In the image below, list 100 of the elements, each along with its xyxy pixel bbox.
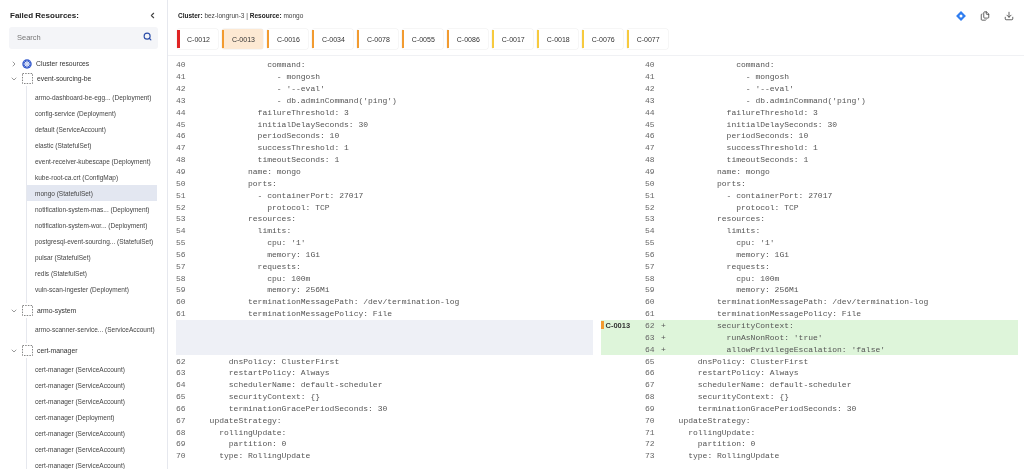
line-number: 45	[645, 119, 656, 129]
line-number: 72	[645, 439, 656, 449]
line-number: 69	[645, 403, 656, 413]
plus-sign: +	[661, 321, 666, 330]
namespace-icon	[22, 345, 33, 356]
line-number: 47	[176, 143, 187, 153]
line-number: 59	[176, 285, 187, 295]
code-line: terminationGracePeriodSeconds: 30	[227, 403, 388, 413]
code-line: command:	[266, 60, 306, 70]
search-icon	[143, 32, 152, 41]
code-line: successThreshold: 1	[725, 143, 818, 153]
code-line: rollingUpdate:	[218, 427, 287, 437]
code-line: type: RollingUpdate	[218, 451, 311, 461]
line-number: 62	[176, 356, 187, 366]
line-number: 64	[645, 344, 656, 354]
line-number: 41	[645, 72, 656, 82]
code-line: - db.adminCommand('ping')	[275, 95, 397, 105]
code-line: successThreshold: 1	[256, 143, 349, 153]
code-line: memory: 1Gi	[266, 249, 321, 259]
code-line: memory: 256Mi	[735, 285, 799, 295]
line-number: 56	[645, 249, 656, 259]
code-line: - db.adminCommand('ping')	[744, 95, 866, 105]
line-number: 63	[645, 332, 656, 342]
copy-icon[interactable]	[980, 11, 990, 21]
code-line: allowPrivilegeEscalation: 'false'	[725, 344, 886, 354]
line-number: 58	[645, 273, 656, 283]
code-line: memory: 256Mi	[266, 285, 330, 295]
code-line: partition: 0	[696, 439, 756, 449]
line-number: 59	[645, 285, 656, 295]
line-number: 67	[176, 415, 187, 425]
line-number: 56	[176, 249, 187, 259]
line-number: 53	[645, 214, 656, 224]
code-line: requests:	[256, 261, 301, 271]
code-line: - '--eval'	[744, 84, 794, 94]
line-number: 70	[176, 451, 187, 461]
code-line: terminationMessagePolicy: File	[716, 309, 862, 319]
line-number: 51	[645, 190, 656, 200]
line-number: 45	[176, 119, 187, 129]
line-number: 68	[645, 392, 656, 402]
diamond-icon[interactable]	[956, 11, 966, 21]
code-line: resources:	[247, 214, 296, 224]
code-line: type: RollingUpdate	[687, 451, 780, 461]
code-line: initialDelaySeconds: 30	[725, 119, 838, 129]
code-line: ports:	[716, 178, 746, 188]
namespace-icon	[22, 305, 33, 316]
line-number: 57	[176, 261, 187, 271]
line-number: 68	[176, 427, 187, 437]
code-line: cpu: '1'	[735, 238, 775, 248]
download-icon[interactable]	[1004, 11, 1014, 21]
code-line: protocol: TCP	[735, 202, 799, 212]
line-number: 43	[176, 95, 187, 105]
code-line: timeoutSeconds: 1	[725, 155, 809, 165]
line-number: 53	[176, 214, 187, 224]
code-line: cpu: 100m	[266, 273, 311, 283]
sidebar-title: Failed Resources:	[10, 11, 79, 20]
code-line: terminationMessagePath: /dev/termination-log	[716, 297, 929, 307]
code-line: - mongosh	[275, 72, 321, 82]
code-line: failureThreshold: 3	[256, 107, 349, 117]
code-line: periodSeconds: 10	[725, 131, 809, 141]
code-line: cpu: 100m	[735, 273, 780, 283]
code-line: - containerPort: 27017	[725, 190, 833, 200]
code-line: cpu: '1'	[266, 238, 306, 248]
code-line: name: mongo	[716, 167, 770, 176]
line-number: 46	[645, 131, 656, 141]
code-line: name: mongo	[247, 167, 301, 176]
line-number: 57	[645, 261, 656, 271]
line-number: 51	[176, 190, 187, 200]
collapse-button[interactable]	[148, 11, 157, 20]
line-number: 44	[176, 107, 187, 117]
code-line: periodSeconds: 10	[256, 131, 340, 141]
line-number: 42	[645, 84, 656, 94]
code-line: protocol: TCP	[266, 202, 330, 212]
code-line: - '--eval'	[275, 84, 325, 94]
plus-sign: +	[661, 344, 666, 354]
line-number: 48	[645, 155, 656, 165]
code-line: failureThreshold: 3	[725, 107, 818, 117]
line-number: 61	[176, 309, 187, 319]
line-number: 54	[176, 226, 187, 236]
code-line: securityContext: {}	[227, 392, 321, 402]
code-line: ports:	[247, 178, 277, 188]
line-number: 70	[645, 415, 656, 425]
code-line: securityContext: {}	[696, 392, 790, 402]
line-number: 65	[176, 392, 187, 402]
line-number: 67	[645, 380, 656, 390]
code-line: dnsPolicy: ClusterFirst	[696, 356, 809, 366]
line-number: 52	[176, 202, 187, 212]
line-number: 55	[645, 238, 656, 248]
code-line: terminationMessagePolicy: File	[247, 309, 393, 319]
line-number: 61	[645, 309, 656, 319]
code-line: timeoutSeconds: 1	[256, 155, 340, 165]
code-line: requests:	[725, 261, 770, 271]
code-line: schedulerName: default-scheduler	[696, 380, 852, 390]
line-number: 65	[645, 356, 656, 366]
line-number: 40	[176, 60, 187, 70]
code-line: - mongosh	[744, 72, 790, 82]
code-line: partition: 0	[227, 439, 287, 449]
code-line: runAsNonRoot: 'true'	[725, 332, 823, 342]
line-number: 44	[645, 107, 656, 117]
code-line: initialDelaySeconds: 30	[256, 119, 369, 129]
line-number: 55	[176, 238, 187, 248]
